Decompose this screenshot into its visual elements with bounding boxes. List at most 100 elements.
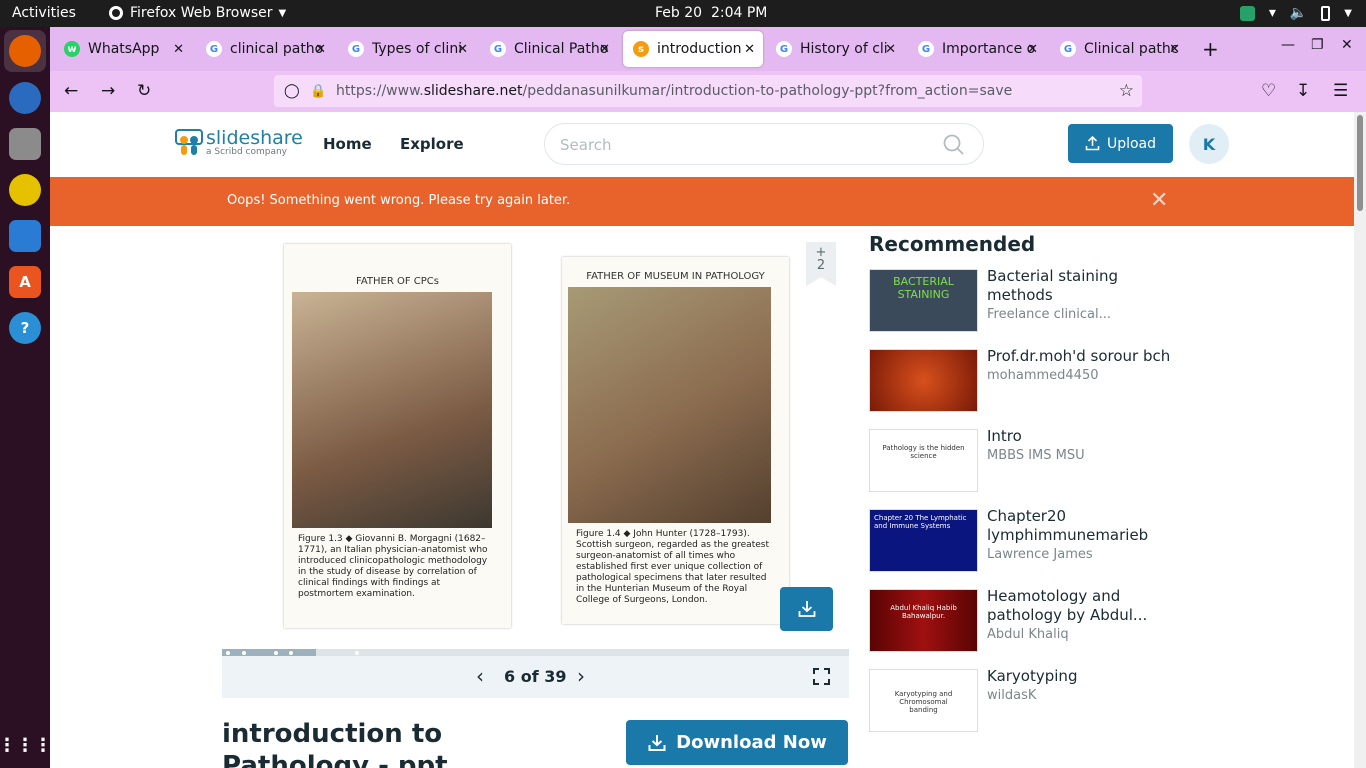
tab-clinical-pathology[interactable]: G Clinical Patho ✕	[480, 31, 618, 67]
search-input[interactable]: Search	[544, 123, 984, 165]
chevron-down-icon: ▼	[278, 7, 287, 19]
close-icon[interactable]: ✕	[1150, 188, 1168, 213]
search-icon[interactable]	[943, 134, 965, 156]
activities-button[interactable]: Activities	[12, 5, 76, 21]
bookmark-star-icon[interactable]: ☆	[1119, 81, 1134, 101]
volume-icon: 🔈	[1289, 5, 1308, 21]
upload-button[interactable]: Upload	[1068, 124, 1173, 163]
tab-introduction[interactable]: s introduction ✕	[623, 31, 763, 67]
recommended-panel: Recommended BACTERIAL STAINING Bacterial…	[869, 232, 1199, 749]
slide-progress-fill	[222, 649, 317, 656]
close-icon[interactable]: ✕	[599, 42, 610, 57]
back-button[interactable]: ←	[64, 81, 78, 101]
slide-download-button[interactable]	[780, 587, 833, 631]
clock[interactable]: Feb 20 2:04 PM	[655, 5, 767, 21]
list-item[interactable]: Karyotyping and Chromosomal banding Kary…	[869, 667, 1199, 749]
clock-date: Feb 20	[655, 5, 703, 21]
thumbnail[interactable]: Karyotyping and Chromosomal banding	[869, 669, 978, 732]
slide-viewer[interactable]: FATHER OF CPCs Figure 1.3 ◆ Giovanni B. …	[222, 240, 849, 650]
nav-toolbar: ← → ↻ ◯ 🔒 https://www.slideshare.net/ped…	[50, 71, 1366, 112]
tab-label: Types of clini	[372, 41, 463, 57]
list-item[interactable]: Chapter 20 The Lymphatic and Immune Syst…	[869, 507, 1199, 589]
slide-page-left: FATHER OF CPCs Figure 1.3 ◆ Giovanni B. …	[284, 244, 511, 628]
menu-icon[interactable]: ☰	[1333, 81, 1348, 101]
shield-icon[interactable]: ◯	[284, 83, 300, 99]
tab-clinical-patho[interactable]: G clinical patho ✕	[196, 31, 334, 67]
thumbnail[interactable]: BACTERIAL STAINING	[869, 269, 978, 332]
rhythmbox-icon[interactable]	[9, 174, 41, 206]
firefox-icon[interactable]	[9, 35, 41, 67]
software-center-icon[interactable]: A	[9, 266, 41, 298]
tab-whatsapp[interactable]: w WhatsApp ✕	[54, 31, 192, 67]
tab-history-of-clinical[interactable]: G History of cli ✕	[766, 31, 904, 67]
writer-icon[interactable]	[9, 220, 41, 252]
tab-types-of-clinical[interactable]: G Types of clini ✕	[338, 31, 476, 67]
thumbnail[interactable]: Abdul Khaliq Habib Bahawalpur.	[869, 589, 978, 652]
close-icon[interactable]: ✕	[885, 42, 896, 57]
tab-importance-of[interactable]: G Importance o ✕	[908, 31, 1046, 67]
item-author[interactable]: wildasK	[987, 686, 1187, 705]
new-tab-button[interactable]: +	[1202, 37, 1219, 61]
close-icon[interactable]: ✕	[173, 42, 184, 57]
thunderbird-icon[interactable]	[9, 82, 41, 114]
list-item[interactable]: Pathology is the hidden science Intro MBB…	[869, 427, 1199, 509]
item-author[interactable]: Lawrence James	[987, 545, 1187, 564]
firefox-icon	[109, 6, 123, 20]
close-icon[interactable]: ✕	[457, 42, 468, 57]
wifi-icon: ▾	[1268, 5, 1276, 21]
chevron-left-icon[interactable]: ‹	[476, 664, 484, 688]
scrollbar-thumb[interactable]	[1357, 115, 1363, 211]
item-title[interactable]: Heamotology and pathology by Abdul...	[987, 587, 1187, 625]
item-author[interactable]: Abdul Khaliq	[987, 625, 1187, 644]
item-author[interactable]: mohammed4450	[987, 366, 1187, 385]
pocket-icon[interactable]: ♡	[1261, 81, 1276, 101]
maximize-button[interactable]: ❐	[1311, 37, 1324, 53]
tab-clinical-pathc[interactable]: G Clinical pathc ✕	[1050, 31, 1188, 67]
download-now-button[interactable]: Download Now	[626, 720, 848, 765]
fullscreen-icon[interactable]	[813, 668, 830, 685]
page-scrollbar[interactable]	[1354, 112, 1366, 768]
system-tray[interactable]: ▾ 🔈 ▼	[1239, 5, 1352, 21]
google-icon: G	[1060, 41, 1076, 57]
thumbnail[interactable]: Pathology is the hidden science	[869, 429, 978, 492]
progress-dot	[226, 651, 230, 655]
item-title[interactable]: Bacterial staining methods	[987, 267, 1187, 305]
item-title[interactable]: Karyotyping	[987, 667, 1187, 686]
close-icon[interactable]: ✕	[1027, 42, 1038, 57]
thumbnail[interactable]	[869, 349, 978, 412]
reload-button[interactable]: ↻	[137, 81, 151, 101]
slide-progress-bar[interactable]	[222, 649, 849, 656]
slideshare-logo-icon	[175, 129, 203, 155]
help-icon[interactable]: ?	[9, 312, 41, 344]
lock-icon[interactable]: 🔒	[310, 84, 326, 99]
item-title[interactable]: Intro	[987, 427, 1187, 446]
url-bar[interactable]: ◯ 🔒 https://www.slideshare.net/peddanasu…	[274, 75, 1142, 107]
document-title: introduction to Pathology - ppt	[222, 719, 448, 768]
list-item[interactable]: Prof.dr.moh'd sorour bch mohammed4450	[869, 347, 1199, 429]
forward-button[interactable]: →	[101, 81, 115, 101]
show-apps-icon[interactable]: ⋮⋮⋮	[0, 729, 52, 761]
search-placeholder: Search	[560, 136, 612, 154]
avatar[interactable]: K	[1189, 124, 1229, 164]
list-item[interactable]: Abdul Khaliq Habib Bahawalpur. Heamotolo…	[869, 587, 1199, 669]
thumbnail[interactable]: Chapter 20 The Lymphatic and Immune Syst…	[869, 509, 978, 572]
url-text[interactable]: https://www.slideshare.net/peddanasunilk…	[336, 83, 1012, 99]
item-author[interactable]: MBBS IMS MSU	[987, 446, 1187, 465]
close-window-button[interactable]: ✕	[1341, 37, 1353, 53]
close-icon[interactable]: ✕	[315, 42, 326, 57]
slideshare-logo[interactable]: slideshare a Scribd company	[175, 128, 303, 158]
close-icon[interactable]: ✕	[1169, 42, 1180, 57]
nav-home[interactable]: Home	[323, 135, 372, 153]
item-author[interactable]: Freelance clinical...	[987, 305, 1187, 324]
item-title[interactable]: Chapter20 lymphimmunemarieb	[987, 507, 1187, 545]
list-item[interactable]: BACTERIAL STAINING Bacterial staining me…	[869, 267, 1199, 349]
close-icon[interactable]: ✕	[744, 42, 755, 57]
chevron-right-icon[interactable]: ›	[577, 664, 585, 688]
minimize-button[interactable]: —	[1281, 37, 1295, 53]
app-menu[interactable]: Firefox Web Browser ▼	[108, 5, 286, 21]
item-title[interactable]: Prof.dr.moh'd sorour bch	[987, 347, 1187, 366]
nav-explore[interactable]: Explore	[400, 135, 464, 153]
figure-caption-right: Figure 1.4 ◆ John Hunter (1728–1793). Sc…	[576, 529, 769, 605]
downloads-icon[interactable]: ↧	[1296, 81, 1310, 101]
files-icon[interactable]	[9, 128, 41, 160]
